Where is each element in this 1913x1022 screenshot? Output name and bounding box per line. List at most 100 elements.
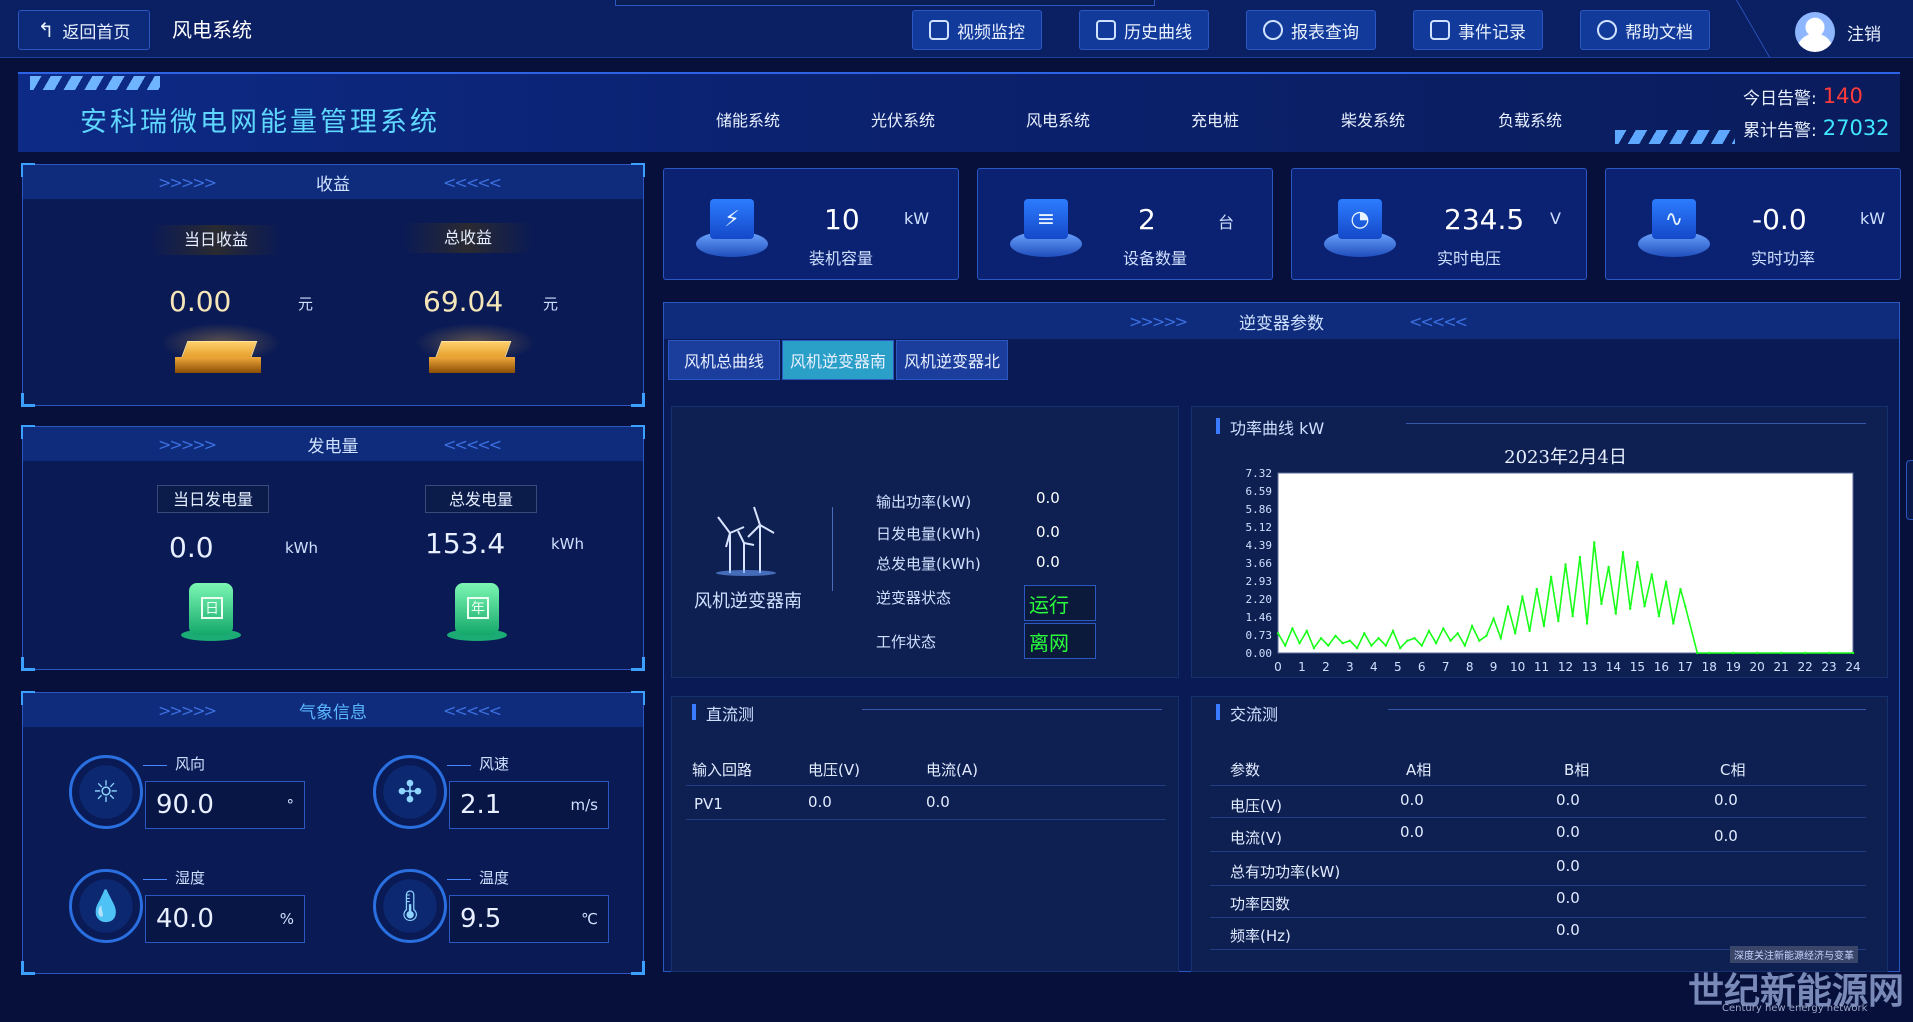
device-count-label: 设备数量 [1123,249,1188,268]
humidity-unit: % [279,910,294,928]
daily-generation-label: 当日发电量 [157,485,269,513]
tab-label: 光伏系统 [870,111,935,130]
avatar[interactable] [1795,12,1835,52]
help-doc-button[interactable]: 帮助文档 [1580,10,1710,50]
tab-label: 负载系统 [1497,111,1562,130]
y-tick-label: 2.20 [1246,593,1273,606]
y-tick-label: 3.66 [1246,557,1273,570]
total-revenue-value: 69.04 [423,285,504,318]
alarm-today-value: 140 [1822,84,1863,108]
data-point [1755,651,1759,655]
video-monitor-label: 视频监控 [957,22,1025,43]
wind-direction-value: 90.0 [156,790,214,820]
user-area[interactable]: 注销 [1795,12,1881,52]
back-arrow-icon: ↰ [37,18,55,42]
data-point [1442,627,1445,630]
dc-panel: 直流测 输入回路 电压(V) 电流(A) PV1 0.0 0.0 [671,696,1179,972]
data-point [1434,641,1438,645]
device-count-unit: 台 [1218,213,1235,232]
chart-title: 2023年2月4日 [1504,447,1627,468]
dc-title: 直流测 [691,701,754,725]
wind-speed-label: 风速 [479,755,510,773]
chevron-left-icon: <<<<< [443,700,502,720]
ac-cell: 0.0 [1714,791,1738,809]
tab-load[interactable]: 负载系统 [1455,102,1605,136]
data-point [1384,644,1388,647]
history-curve-button[interactable]: 历史曲线 [1079,10,1209,50]
line-chart-icon [1096,20,1116,40]
x-tick-label: 12 [1558,660,1573,674]
y-tick-label: 2.93 [1246,575,1273,588]
back-home-button[interactable]: ↰ 返回首页 [18,10,150,50]
data-point [1803,651,1807,655]
scrollbar-handle[interactable] [1906,460,1913,520]
stat-card-voltage: ◔ 234.5 V 实时电压 [1291,168,1587,280]
data-point [1506,605,1510,608]
tab-label: 风电系统 [1025,111,1090,130]
ac-header-phase-a: A相 [1406,761,1432,779]
data-point [1664,580,1668,583]
x-tick-label: 17 [1678,660,1693,674]
data-point [1312,646,1316,650]
chevron-right-icon: >>>>> [158,172,217,192]
tab-diesel[interactable]: 柴发系统 [1298,102,1448,136]
data-point [1549,575,1553,578]
work-state-value: 离网 [1024,623,1096,659]
tab-storage[interactable]: 储能系统 [673,102,823,136]
inverter-tab-label: 风机逆变器北 [903,352,1000,371]
y-tick-label: 5.12 [1246,521,1273,534]
wind-speed-value: 2.1 [460,790,502,820]
tab-wind-inverter-south[interactable]: 风机逆变器南 [782,340,894,380]
gold-bar-icon [175,333,261,381]
data-point [1449,639,1452,642]
tab-wind-total-curve[interactable]: 风机总曲线 [668,340,780,380]
data-point [1607,565,1610,569]
panel-title-text: 气象信息 [299,702,367,723]
fan-icon: ✣ [373,755,447,829]
humidity-label: 湿度 [175,869,206,887]
tab-charging-pile[interactable]: 充电桩 [1140,102,1290,136]
device-name: 风机逆变器南 [694,591,802,612]
voltage-label: 实时电压 [1437,249,1502,268]
ac-row-label: 总有功功率(kW) [1230,863,1341,881]
video-monitor-button[interactable]: 视频监控 [912,10,1042,50]
daily-generation-unit: kWh [285,539,319,557]
tab-wind-inverter-north[interactable]: 风机逆变器北 [896,340,1008,380]
top-bar: ↰ 返回首页 风电系统 视频监控 历史曲线 报表查询 事件记录 帮助文档 注销 [0,0,1913,58]
data-point [1391,629,1395,633]
logout-link[interactable]: 注销 [1847,20,1881,45]
stat-card-device-count: ≡ 2 台 设备数量 [977,168,1273,280]
data-point [1614,612,1618,615]
report-query-button[interactable]: 报表查询 [1246,10,1376,50]
dc-header-circuit: 输入回路 [692,761,753,779]
back-home-label: 返回首页 [62,22,131,43]
wind-direction-label: 风向 [175,755,206,773]
event-log-button[interactable]: 事件记录 [1413,10,1543,50]
alarm-summary: 今日告警: 140 累计告警: 27032 [1743,80,1897,148]
dc-row-voltage: 0.0 [808,793,832,811]
calendar-day-icon: 日 [181,577,241,641]
data-point [1298,641,1301,645]
data-point [1528,629,1531,633]
capacity-label: 装机容量 [809,249,874,268]
data-point [1827,651,1831,655]
tab-pv[interactable]: 光伏系统 [828,102,978,136]
document-icon [1430,20,1450,40]
y-tick-label: 5.86 [1246,503,1273,516]
data-point [1535,587,1538,591]
data-point [1650,573,1653,576]
ac-row-label: 电压(V) [1230,797,1282,815]
total-revenue-label: 总收益 [403,223,533,253]
data-point [1499,637,1503,640]
ac-cell: 0.0 [1556,791,1580,809]
voltage-value: 234.5 [1444,203,1525,236]
data-point [1420,644,1423,647]
ac-cell: 0.0 [1556,889,1580,907]
wind-direction-unit: ° [286,796,295,814]
data-point [1377,637,1380,640]
alarm-total-value: 27032 [1822,116,1890,140]
tab-wind[interactable]: 风电系统 [983,102,1133,136]
ac-cell: 0.0 [1714,827,1738,845]
x-tick-label: 23 [1821,660,1836,674]
ac-cell: 0.0 [1556,921,1580,939]
